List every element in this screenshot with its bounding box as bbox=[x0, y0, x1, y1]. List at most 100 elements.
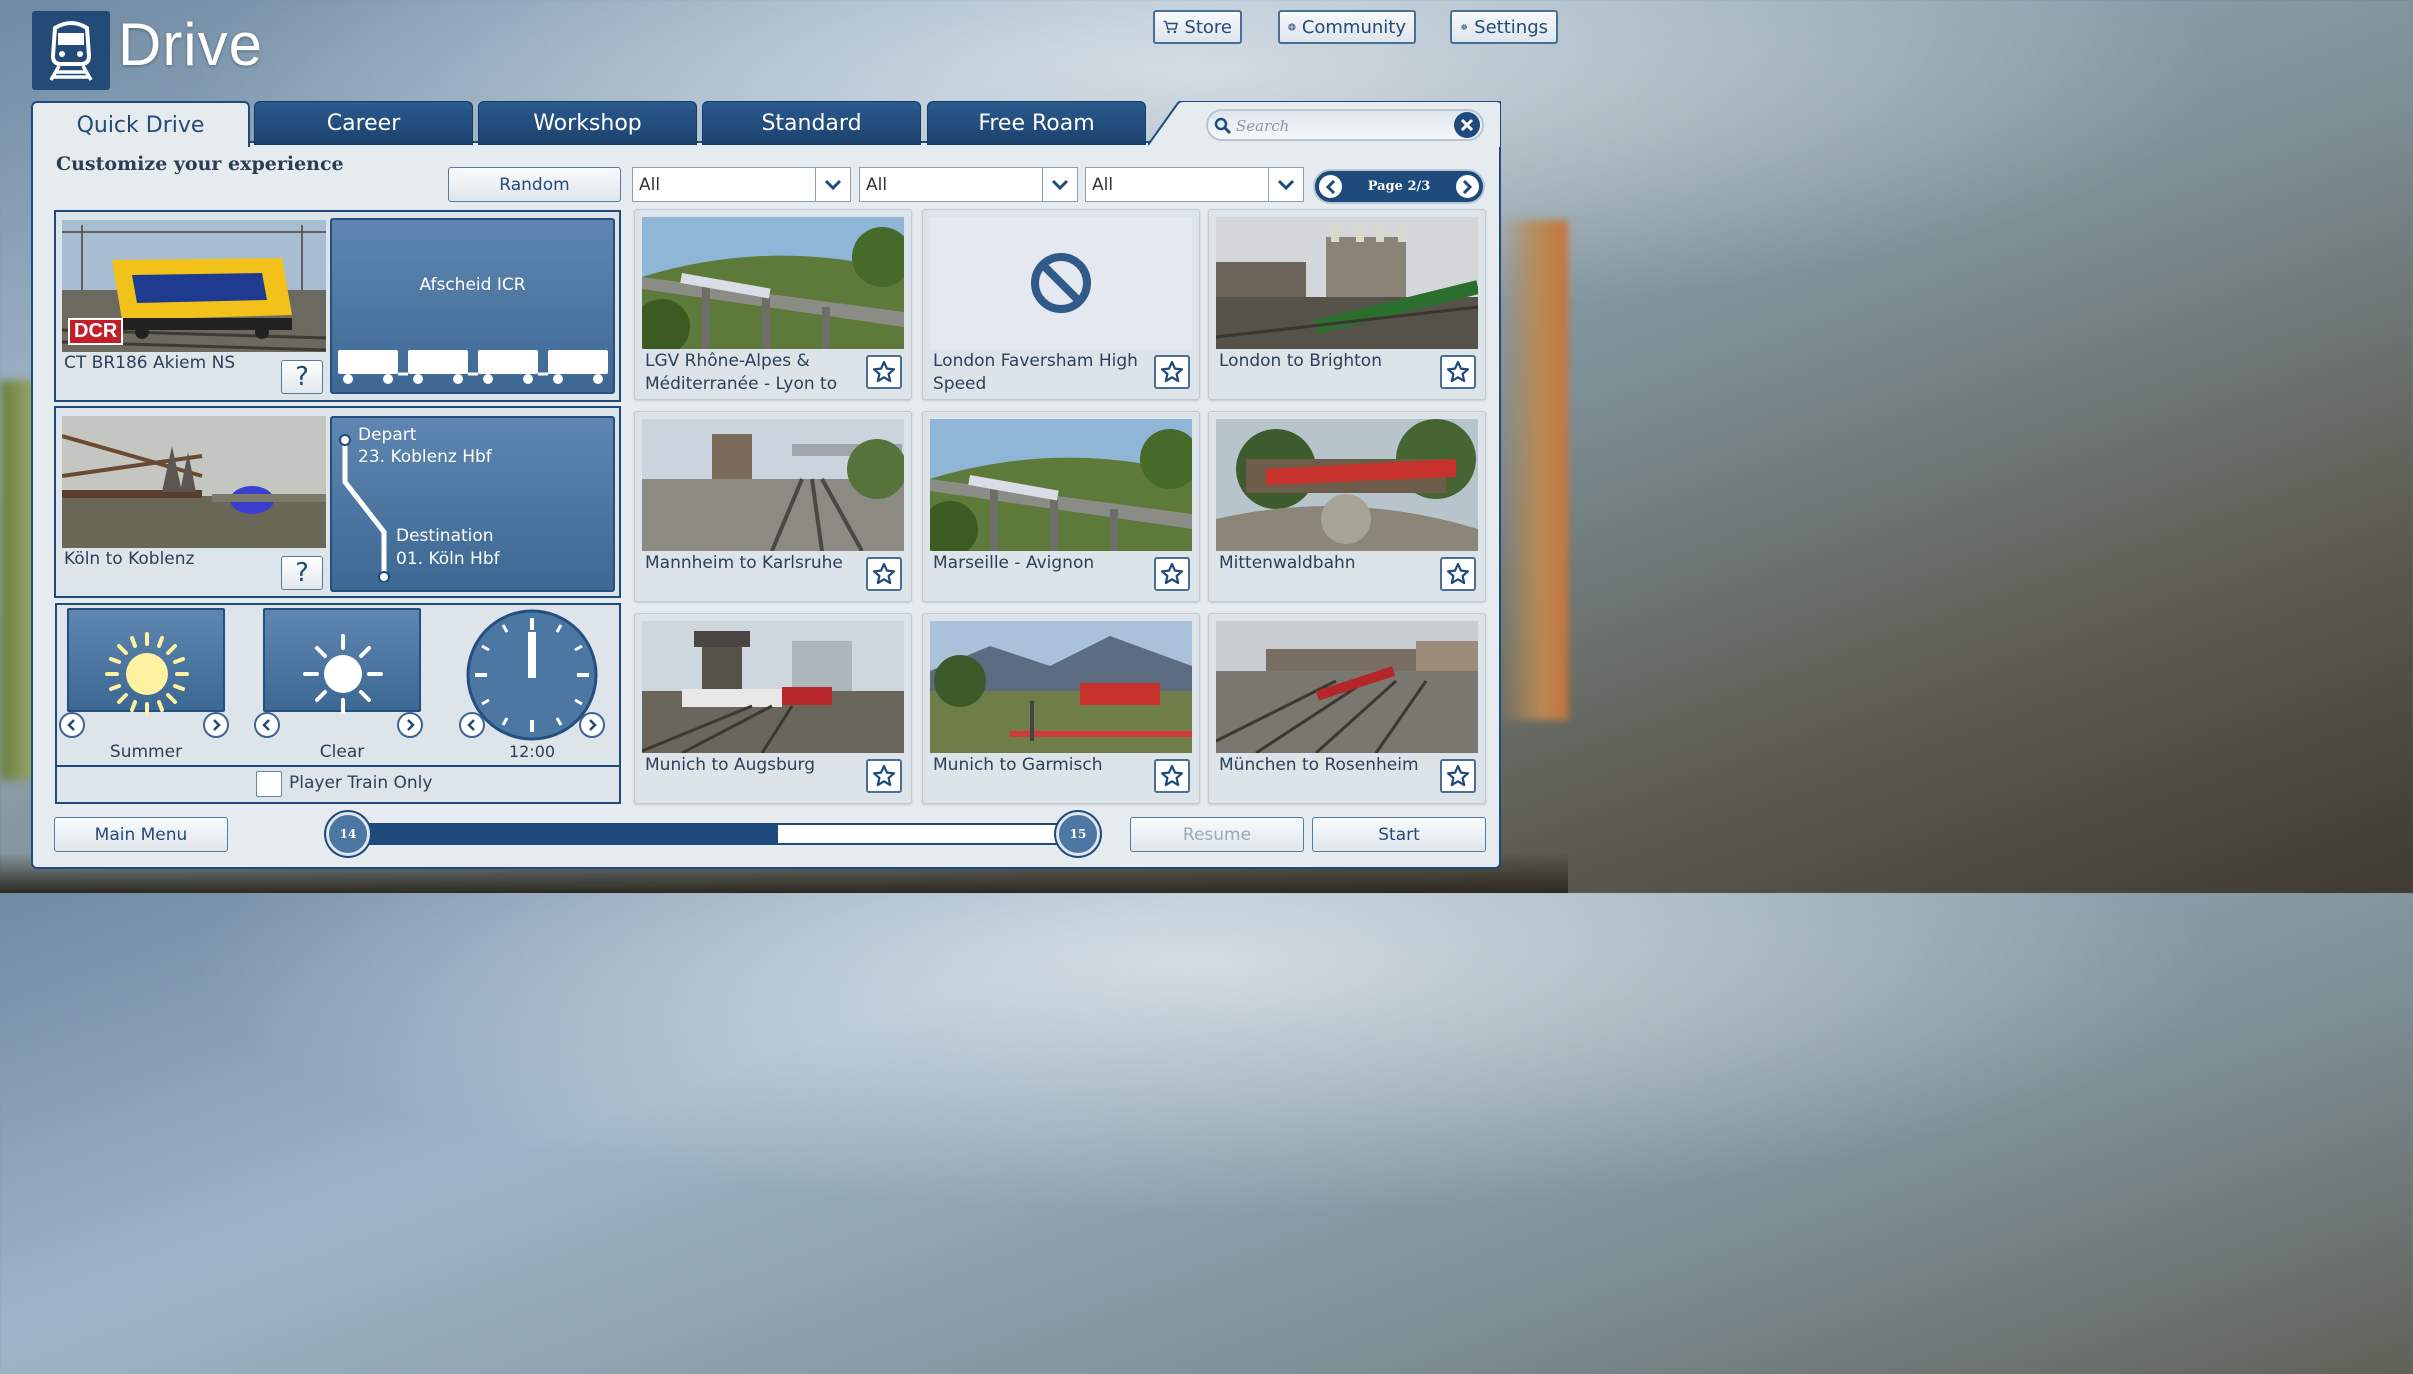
route-card[interactable]: Marseille - Avignon bbox=[922, 411, 1200, 602]
time-prev-button[interactable] bbox=[459, 712, 485, 738]
favorite-button[interactable] bbox=[866, 759, 902, 793]
favorite-button[interactable] bbox=[1440, 759, 1476, 793]
weather-prev-button[interactable] bbox=[254, 712, 280, 738]
player-train-only-label: Player Train Only bbox=[289, 773, 433, 793]
dcr-badge: DCR bbox=[68, 318, 124, 345]
route-thumbnail bbox=[930, 217, 1192, 349]
store-label: Store bbox=[1184, 16, 1232, 38]
loco-help-button[interactable]: ? bbox=[281, 360, 323, 394]
route-card[interactable]: Munich to Garmisch bbox=[922, 613, 1200, 804]
route-card[interactable]: Munich to Augsburg bbox=[634, 613, 912, 804]
route-section: Köln to Koblenz ? Depart 23. Koblenz Hbf… bbox=[54, 406, 621, 598]
route-card-title: München to Rosenheim bbox=[1219, 755, 1419, 775]
star-icon bbox=[1160, 562, 1184, 585]
favorite-button[interactable] bbox=[1154, 557, 1190, 591]
clear-weather-icon bbox=[303, 634, 383, 714]
season-label: Summer bbox=[109, 742, 183, 762]
favorite-button[interactable] bbox=[1154, 355, 1190, 389]
filter-dropdown-1[interactable]: All bbox=[632, 167, 851, 202]
star-icon bbox=[1446, 562, 1470, 585]
consist-card[interactable]: Afscheid ICR bbox=[330, 218, 615, 394]
settings-button[interactable]: Settings bbox=[1450, 10, 1558, 44]
search-input[interactable] bbox=[1234, 114, 1448, 138]
route-help-button[interactable]: ? bbox=[281, 556, 323, 590]
favorite-button[interactable] bbox=[866, 557, 902, 591]
app-logo bbox=[32, 11, 110, 90]
tab-standard[interactable]: Standard bbox=[702, 101, 921, 145]
sun-icon bbox=[105, 632, 189, 716]
journey-card[interactable]: Depart 23. Koblenz Hbf Destination 01. K… bbox=[330, 416, 615, 592]
loco-name: CT BR186 Akiem NS bbox=[64, 353, 236, 373]
route-card[interactable]: München to Rosenheim bbox=[1208, 613, 1486, 804]
background-blur-right bbox=[1498, 220, 1568, 720]
star-icon bbox=[1446, 360, 1470, 383]
season-next-button[interactable] bbox=[203, 712, 229, 738]
settings-label: Settings bbox=[1474, 16, 1548, 38]
filter-value: All bbox=[639, 174, 661, 195]
player-train-only-checkbox[interactable] bbox=[256, 771, 282, 797]
chevron-left-icon bbox=[467, 719, 475, 731]
route-card[interactable]: London to Brighton bbox=[1208, 209, 1486, 400]
filter-dropdown-3[interactable]: All bbox=[1085, 167, 1304, 202]
chevron-left-icon bbox=[1325, 179, 1335, 194]
route-thumbnail bbox=[642, 217, 904, 349]
favorite-button[interactable] bbox=[1440, 355, 1476, 389]
pager: Page 2/3 bbox=[1313, 169, 1485, 204]
route-card[interactable]: LGV Rhône-Alpes & Méditerranée - Lyon to bbox=[634, 209, 912, 400]
search-icon bbox=[1214, 117, 1232, 135]
cart-icon bbox=[1163, 20, 1178, 34]
season-card bbox=[67, 608, 225, 716]
weather-next-button[interactable] bbox=[397, 712, 423, 738]
star-icon bbox=[1160, 764, 1184, 787]
route-card[interactable]: London Faversham High Speed bbox=[922, 209, 1200, 400]
chevron-right-icon bbox=[213, 719, 221, 731]
route-name: Köln to Koblenz bbox=[64, 549, 195, 569]
route-card-title: Marseille - Avignon bbox=[933, 553, 1095, 573]
tab-free-roam[interactable]: Free Roam bbox=[927, 101, 1146, 145]
community-label: Community bbox=[1301, 16, 1406, 38]
loco-image[interactable]: DCR bbox=[62, 220, 326, 352]
route-thumbnail bbox=[642, 419, 904, 551]
time-next-button[interactable] bbox=[579, 712, 605, 738]
consist-name: Afscheid ICR bbox=[419, 275, 526, 295]
store-button[interactable]: Store bbox=[1153, 10, 1242, 44]
time-label: 12:00 bbox=[508, 742, 556, 761]
prev-page-button[interactable] bbox=[1317, 173, 1344, 200]
weather-label: Clear bbox=[319, 742, 365, 762]
next-page-button[interactable] bbox=[1453, 173, 1481, 200]
globe-icon bbox=[1288, 23, 1296, 31]
route-card[interactable]: Mannheim to Karlsruhe bbox=[634, 411, 912, 602]
main-menu-button[interactable]: Main Menu bbox=[54, 817, 228, 852]
route-image[interactable] bbox=[62, 416, 326, 548]
route-thumbnail bbox=[930, 621, 1192, 753]
community-button[interactable]: Community bbox=[1278, 10, 1416, 44]
route-card-title: Mannheim to Karlsruhe bbox=[645, 553, 843, 573]
favorite-button[interactable] bbox=[1440, 557, 1476, 591]
chevron-right-icon bbox=[407, 719, 415, 731]
app-title: Drive bbox=[118, 11, 264, 78]
tab-career[interactable]: Career bbox=[254, 101, 473, 145]
loco-section: DCR CT BR186 Akiem NS ? Afscheid ICR bbox=[54, 210, 621, 402]
route-card-title: LGV Rhône-Alpes & Méditerranée - Lyon to bbox=[645, 351, 838, 394]
star-icon bbox=[872, 764, 896, 787]
tab-workshop[interactable]: Workshop bbox=[478, 101, 697, 145]
filter-dropdown-2[interactable]: All bbox=[859, 167, 1078, 202]
season-prev-button[interactable] bbox=[59, 712, 85, 738]
route-card-title: Mittenwaldbahn bbox=[1219, 553, 1356, 573]
chevron-down-icon bbox=[1051, 179, 1069, 190]
progress-start-marker: 14 bbox=[326, 812, 370, 856]
favorite-button[interactable] bbox=[1154, 759, 1190, 793]
route-card-title: Munich to Garmisch bbox=[933, 755, 1103, 775]
chevron-left-icon bbox=[67, 719, 75, 731]
favorite-button[interactable] bbox=[866, 355, 902, 389]
route-thumbnail bbox=[1216, 621, 1478, 753]
random-button[interactable]: Random bbox=[448, 167, 621, 202]
route-card[interactable]: Mittenwaldbahn bbox=[1208, 411, 1486, 602]
start-button[interactable]: Start bbox=[1312, 817, 1486, 852]
resume-button[interactable]: Resume bbox=[1130, 817, 1304, 852]
tab-quick-drive[interactable]: Quick Drive bbox=[31, 101, 250, 147]
clear-search-button[interactable] bbox=[1454, 112, 1480, 138]
destination-value: 01. Köln Hbf bbox=[396, 549, 500, 569]
divider bbox=[57, 765, 619, 767]
page-heading: Customize your experience bbox=[56, 153, 344, 175]
